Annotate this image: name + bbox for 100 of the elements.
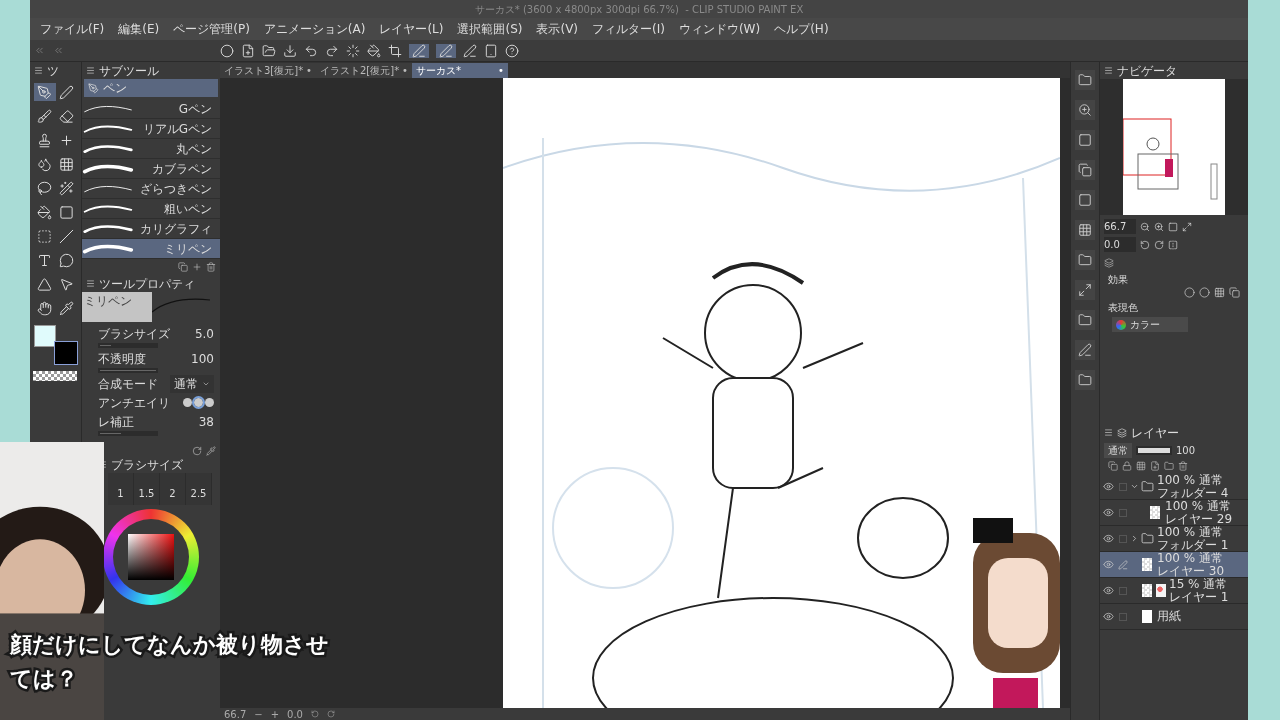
menu-item[interactable]: 選択範囲(S) [457, 20, 523, 38]
tone-icon[interactable] [1214, 287, 1225, 298]
panel-icon[interactable] [1075, 280, 1095, 300]
layer-row[interactable]: 100 % 通常 レイヤー 30 [1100, 552, 1248, 578]
checkbox[interactable] [1119, 534, 1127, 543]
visibility-icon[interactable] [1103, 481, 1114, 492]
pen-nib-icon[interactable] [34, 83, 56, 101]
checkbox[interactable] [1119, 612, 1127, 621]
zoom-in-button[interactable]: + [270, 706, 280, 720]
panel-icon[interactable] [1075, 340, 1095, 360]
rotate-left-icon[interactable] [310, 710, 319, 718]
panel-icon[interactable] [1075, 250, 1095, 270]
menu-item[interactable]: フィルター(I) [592, 20, 665, 38]
layer-row[interactable]: 100 % 通常 レイヤー 29 [1100, 500, 1248, 526]
panel-icon[interactable] [1075, 310, 1095, 330]
menu-icon[interactable] [86, 66, 95, 75]
tool-group[interactable]: ペン [84, 79, 218, 97]
add-icon[interactable] [192, 262, 202, 272]
tablet-icon[interactable] [484, 43, 498, 58]
rotate-right-icon[interactable] [326, 710, 335, 718]
new-file-icon[interactable] [241, 43, 255, 58]
brush-size-preset[interactable]: 2 [160, 473, 186, 505]
menu-item[interactable]: ヘルプ(H) [774, 20, 829, 38]
menu-item[interactable]: 編集(E) [118, 20, 160, 38]
menu-icon[interactable] [1104, 66, 1113, 75]
expand-icon[interactable] [1130, 482, 1139, 491]
delete-icon[interactable] [1178, 461, 1188, 471]
panel-tab[interactable]: ツ [47, 61, 59, 80]
zoom-out-button[interactable]: − [254, 706, 263, 720]
property-value[interactable]: 100 [191, 350, 214, 368]
main-color-swatch[interactable] [34, 325, 56, 347]
blend-select[interactable]: 通常 [170, 374, 214, 393]
copy-icon[interactable] [178, 262, 188, 272]
panel-icon[interactable] [1075, 70, 1095, 90]
menu-icon[interactable] [34, 66, 43, 75]
redo-icon[interactable] [325, 43, 339, 58]
brush-item[interactable]: リアルGペン [82, 119, 220, 139]
menu-item[interactable]: レイヤー(L) [379, 20, 444, 38]
document-tab[interactable]: サーカス* • [412, 63, 508, 78]
undo-icon[interactable] [304, 43, 318, 58]
lock-icon[interactable] [1122, 461, 1132, 471]
effect-icon[interactable] [1184, 287, 1195, 298]
document-tab[interactable]: イラスト3[復元]* • [220, 63, 316, 78]
property-slider[interactable] [98, 343, 158, 348]
checkbox[interactable] [1119, 508, 1127, 517]
layer-property-icon[interactable] [1104, 258, 1114, 268]
angle-field[interactable]: 0.0 [1104, 237, 1136, 252]
opacity-value[interactable]: 100 [1176, 443, 1196, 458]
panel-tab[interactable]: ブラシサイズ [111, 455, 183, 474]
menu-item[interactable]: アニメーション(A) [263, 20, 366, 38]
sub-color-swatch[interactable] [54, 341, 78, 365]
new-folder-icon[interactable] [1164, 461, 1174, 471]
menu-item[interactable]: 表示(V) [536, 20, 579, 38]
zoom-field[interactable]: 66.7 [1104, 219, 1136, 234]
brush-item[interactable]: ミリペン [82, 239, 220, 259]
panel-tab[interactable]: ツールプロパティ [99, 274, 195, 293]
document-tab[interactable]: イラスト2[復元]* • [316, 63, 412, 78]
brush-item[interactable]: Gペン [82, 99, 220, 119]
new-layer-icon[interactable] [1150, 461, 1160, 471]
visibility-icon[interactable] [1103, 585, 1114, 596]
effect-icon[interactable] [1199, 287, 1210, 298]
panel-icon[interactable] [1075, 130, 1095, 150]
property-value[interactable]: 38 [198, 413, 214, 431]
brush-item[interactable]: 丸ペン [82, 139, 220, 159]
panel-icon[interactable] [1075, 160, 1095, 180]
brush-size-preset[interactable]: 1 [108, 473, 134, 505]
property-slider[interactable] [98, 431, 158, 436]
panel-tab[interactable]: サブツール [99, 61, 159, 80]
visibility-icon[interactable] [1103, 507, 1114, 518]
visibility-icon[interactable] [1103, 533, 1114, 544]
brush-item[interactable]: カブラペン [82, 159, 220, 179]
visibility-icon[interactable] [1103, 559, 1114, 570]
menu-icon[interactable] [86, 279, 95, 288]
checkbox[interactable] [1119, 482, 1127, 491]
expand-icon[interactable] [1182, 221, 1192, 232]
checkbox[interactable] [1119, 586, 1127, 595]
blend-select[interactable]: 通常 [1104, 443, 1132, 458]
reset-icon[interactable] [192, 446, 202, 456]
panel-tab[interactable]: ナビゲータ [1117, 61, 1177, 80]
panel-icon[interactable] [1075, 220, 1095, 240]
color-square[interactable] [128, 534, 174, 580]
save-icon[interactable] [283, 43, 297, 58]
fit-icon[interactable] [1168, 221, 1178, 232]
visibility-icon[interactable] [1103, 611, 1114, 622]
panel-icon[interactable] [1075, 100, 1095, 120]
delete-icon[interactable] [206, 262, 216, 272]
panel-icon[interactable] [1075, 370, 1095, 390]
help-icon[interactable] [505, 43, 519, 58]
brush-size-preset[interactable]: 2.5 [186, 473, 212, 505]
menu-item[interactable]: ファイル(F) [40, 20, 105, 38]
layer-row[interactable]: 100 % 通常 フォルダー 4 [1100, 474, 1248, 500]
brush-size-preset[interactable]: 1.5 [134, 473, 160, 505]
open-folder-icon[interactable] [262, 43, 276, 58]
panel-tab[interactable]: レイヤー [1131, 423, 1179, 442]
angle-value[interactable]: 0.0 [287, 706, 303, 720]
panel-icon[interactable] [1075, 190, 1095, 210]
brush-item[interactable]: 粗いペン [82, 199, 220, 219]
collapse-icon[interactable] [1130, 534, 1139, 543]
transparent-swatch[interactable] [33, 371, 77, 381]
fill-icon[interactable] [367, 43, 381, 58]
